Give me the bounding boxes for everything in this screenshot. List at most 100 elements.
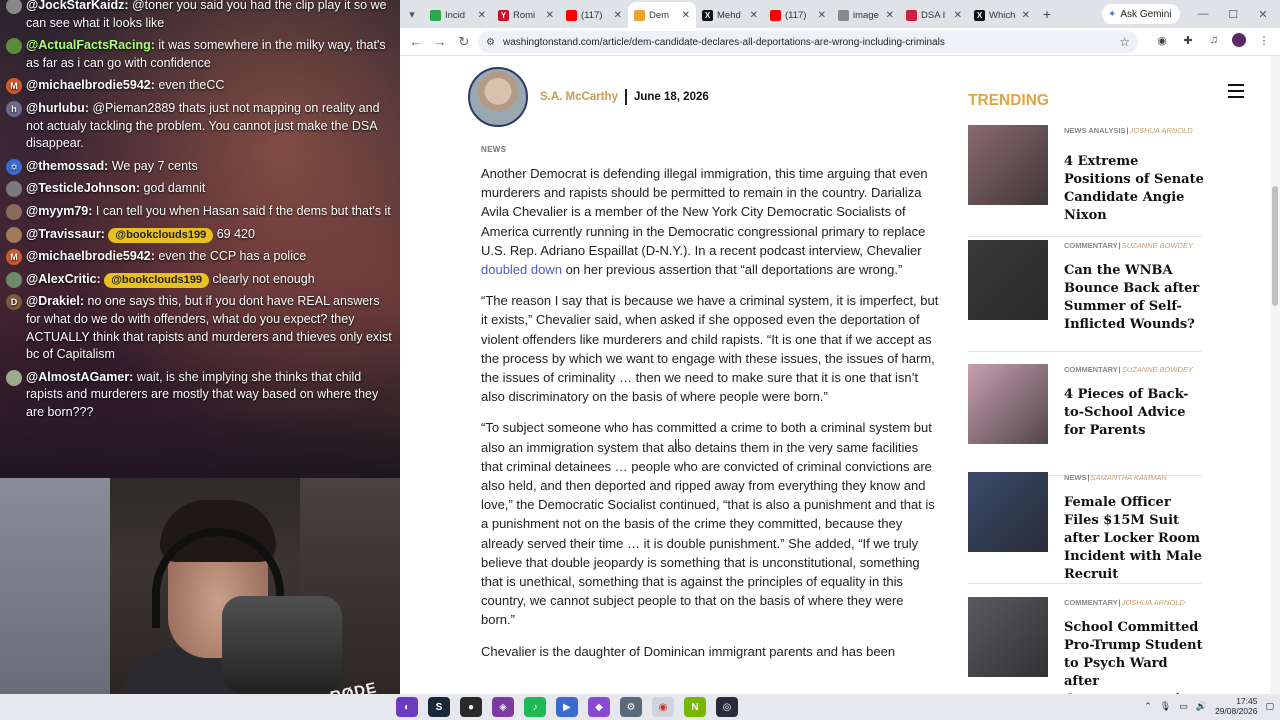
chrome-icon[interactable]: ◉ xyxy=(652,697,674,717)
new-tab-button[interactable]: + xyxy=(1036,6,1058,22)
notifications-icon[interactable]: ▢ xyxy=(1265,701,1274,712)
article-category[interactable]: NEWS xyxy=(481,145,506,154)
volume-icon[interactable]: 🔊 xyxy=(1196,701,1207,712)
steam-icon[interactable]: S xyxy=(428,697,450,717)
browser-tab[interactable]: Incid ✕ xyxy=(424,2,492,28)
trending-category[interactable]: COMMENTARY xyxy=(1064,598,1118,607)
app-icon[interactable]: ⚙ xyxy=(620,697,642,717)
doubled-down-link[interactable]: doubled down xyxy=(481,262,562,277)
app-icon[interactable]: ◆ xyxy=(588,697,610,717)
tab-label: Mehd xyxy=(717,9,741,21)
trending-author[interactable]: SUZANNE BOWDEY xyxy=(1122,241,1193,250)
reload-icon[interactable]: ↻ xyxy=(452,30,476,54)
browser-tab[interactable]: (117) ✕ xyxy=(560,2,628,28)
hamburger-menu-icon[interactable] xyxy=(1228,84,1244,98)
app-icon[interactable]: ◎ xyxy=(716,697,738,717)
trending-item[interactable]: NEWS ANALYSIS|JOSHUA ARNOLD 4 Extreme Pos… xyxy=(968,125,1204,237)
trending-headline[interactable]: 4 Extreme Positions of Senate Candidate … xyxy=(1064,153,1204,225)
browser-tab[interactable]: Dem ✕ xyxy=(628,2,696,28)
trending-thumbnail[interactable] xyxy=(968,472,1048,552)
browser-tab[interactable]: DSA I ✕ xyxy=(900,2,968,28)
site-info-icon[interactable]: ⚙ xyxy=(486,37,495,48)
maximize-button[interactable]: ☐ xyxy=(1218,0,1248,28)
trending-category[interactable]: NEWS xyxy=(1064,473,1087,482)
chat-mention-pill: @bookclouds199 xyxy=(108,227,214,243)
trending-item[interactable]: COMMENTARY|JOSHUA ARNOLD School Committed… xyxy=(968,597,1204,694)
tab-close-icon[interactable]: ✕ xyxy=(614,10,622,21)
trending-author[interactable]: JOSHUA ARNOLD xyxy=(1122,598,1185,607)
trending-meta: NEWS ANALYSIS|JOSHUA ARNOLD xyxy=(1064,126,1204,136)
media-icon[interactable]: ♫ xyxy=(1206,32,1222,48)
tab-close-icon[interactable]: ✕ xyxy=(954,10,962,21)
author-name[interactable]: S.A. McCarthy xyxy=(540,91,618,103)
trending-headline[interactable]: Female Officer Files $15M Suit after Loc… xyxy=(1064,494,1204,584)
trending-meta: COMMENTARY|JOSHUA ARNOLD xyxy=(1064,598,1204,608)
extension-icon[interactable]: ◉ xyxy=(1154,32,1170,48)
trending-item[interactable]: NEWS|SAMANTHA KAMMAN Female Officer Files… xyxy=(968,472,1202,584)
trending-category[interactable]: COMMENTARY xyxy=(1064,365,1118,374)
app-icon[interactable]: ▶ xyxy=(556,697,578,717)
profile-avatar[interactable] xyxy=(1232,33,1246,47)
app-icon[interactable]: ◈ xyxy=(492,697,514,717)
address-bar[interactable]: ⚙ washingtonstand.com/article/dem-candid… xyxy=(478,31,1138,53)
browser-tab[interactable]: X Mehd ✕ xyxy=(696,2,764,28)
forward-icon[interactable]: → xyxy=(428,30,452,54)
spotify-icon[interactable]: ♪ xyxy=(524,697,546,717)
app-icon[interactable]: ◐ xyxy=(396,697,418,717)
gemini-icon: ✦ xyxy=(1108,8,1117,20)
tab-favicon-icon: Y xyxy=(498,9,509,21)
tab-close-icon[interactable]: ✕ xyxy=(818,10,826,21)
network-icon[interactable]: ▭ xyxy=(1179,701,1188,712)
tab-close-icon[interactable]: ✕ xyxy=(682,10,690,21)
browser-tab[interactable]: (117) ✕ xyxy=(764,2,832,28)
tab-close-icon[interactable]: ✕ xyxy=(750,10,758,21)
obs-icon[interactable]: ● xyxy=(460,697,482,717)
browser-tab[interactable]: image ✕ xyxy=(832,2,900,28)
trending-heading: TRENDING xyxy=(968,92,1049,109)
trending-thumbnail[interactable] xyxy=(968,364,1048,444)
tab-label: DSA I xyxy=(921,9,946,21)
tab-search-icon[interactable]: ▾ xyxy=(400,0,424,28)
trending-author[interactable]: JOSHUA ARNOLD xyxy=(1130,126,1193,135)
nvidia-icon[interactable]: N xyxy=(684,697,706,717)
back-icon[interactable]: ← xyxy=(404,30,428,54)
minimize-button[interactable]: — xyxy=(1188,0,1218,28)
trending-author[interactable]: SUZANNE BOWDEY xyxy=(1122,365,1193,374)
scrollbar-thumb[interactable] xyxy=(1272,186,1278,306)
trending-category[interactable]: NEWS ANALYSIS xyxy=(1064,126,1126,135)
close-window-button[interactable]: ✕ xyxy=(1248,0,1278,28)
author-avatar[interactable] xyxy=(468,67,528,127)
browser-tab[interactable]: X Which ✕ xyxy=(968,2,1036,28)
meta-divider: | xyxy=(1118,365,1121,374)
trending-thumbnail[interactable] xyxy=(968,125,1048,205)
trending-meta: NEWS|SAMANTHA KAMMAN xyxy=(1064,473,1204,483)
trending-thumbnail[interactable] xyxy=(968,597,1048,677)
trending-category[interactable]: COMMENTARY xyxy=(1064,241,1118,250)
trending-item[interactable]: COMMENTARY|SUZANNE BOWDEY Can the WNBA Bo… xyxy=(968,240,1202,352)
trending-item[interactable]: COMMENTARY|SUZANNE BOWDEY 4 Pieces of Bac… xyxy=(968,364,1202,476)
trending-author[interactable]: SAMANTHA KAMMAN xyxy=(1090,473,1166,482)
microphone-icon[interactable]: 🎙 xyxy=(1160,701,1171,712)
bookmark-star-icon[interactable]: ☆ xyxy=(1119,35,1130,49)
tab-close-icon[interactable]: ✕ xyxy=(478,10,486,21)
tab-close-icon[interactable]: ✕ xyxy=(886,10,894,21)
chat-username: @michaelbrodie5942: xyxy=(26,78,155,93)
tab-close-icon[interactable]: ✕ xyxy=(546,10,554,21)
chat-avatar xyxy=(6,271,22,288)
puzzle-icon[interactable]: ✚ xyxy=(1180,32,1196,48)
chevron-up-icon[interactable]: ⌃ xyxy=(1144,701,1152,712)
page-scrollbar[interactable] xyxy=(1270,56,1280,694)
ask-gemini-button[interactable]: ✦ Ask Gemini xyxy=(1102,4,1180,24)
chat-message: M @michaelbrodie5942: even theCC xyxy=(4,77,396,95)
tab-close-icon[interactable]: ✕ xyxy=(1022,10,1030,21)
system-tray: ⌃ 🎙 ▭ 🔊 17:45 29/08/2026 ▢ xyxy=(1144,696,1274,716)
trending-headline[interactable]: 4 Pieces of Back-to-School Advice for Pa… xyxy=(1064,386,1204,440)
trending-thumbnail[interactable] xyxy=(968,240,1048,320)
trending-headline[interactable]: Can the WNBA Bounce Back after Summer of… xyxy=(1064,262,1204,334)
chat-username: @themossad: xyxy=(26,158,109,173)
clock[interactable]: 17:45 29/08/2026 xyxy=(1215,696,1258,716)
chat-message: @AlmostAGamer: wait, is she implying she… xyxy=(4,369,396,422)
menu-kebab-icon[interactable]: ⋮ xyxy=(1256,32,1272,48)
browser-tab[interactable]: Y Romi ✕ xyxy=(492,2,560,28)
trending-headline[interactable]: School Committed Pro-Trump Student to Ps… xyxy=(1064,619,1204,694)
